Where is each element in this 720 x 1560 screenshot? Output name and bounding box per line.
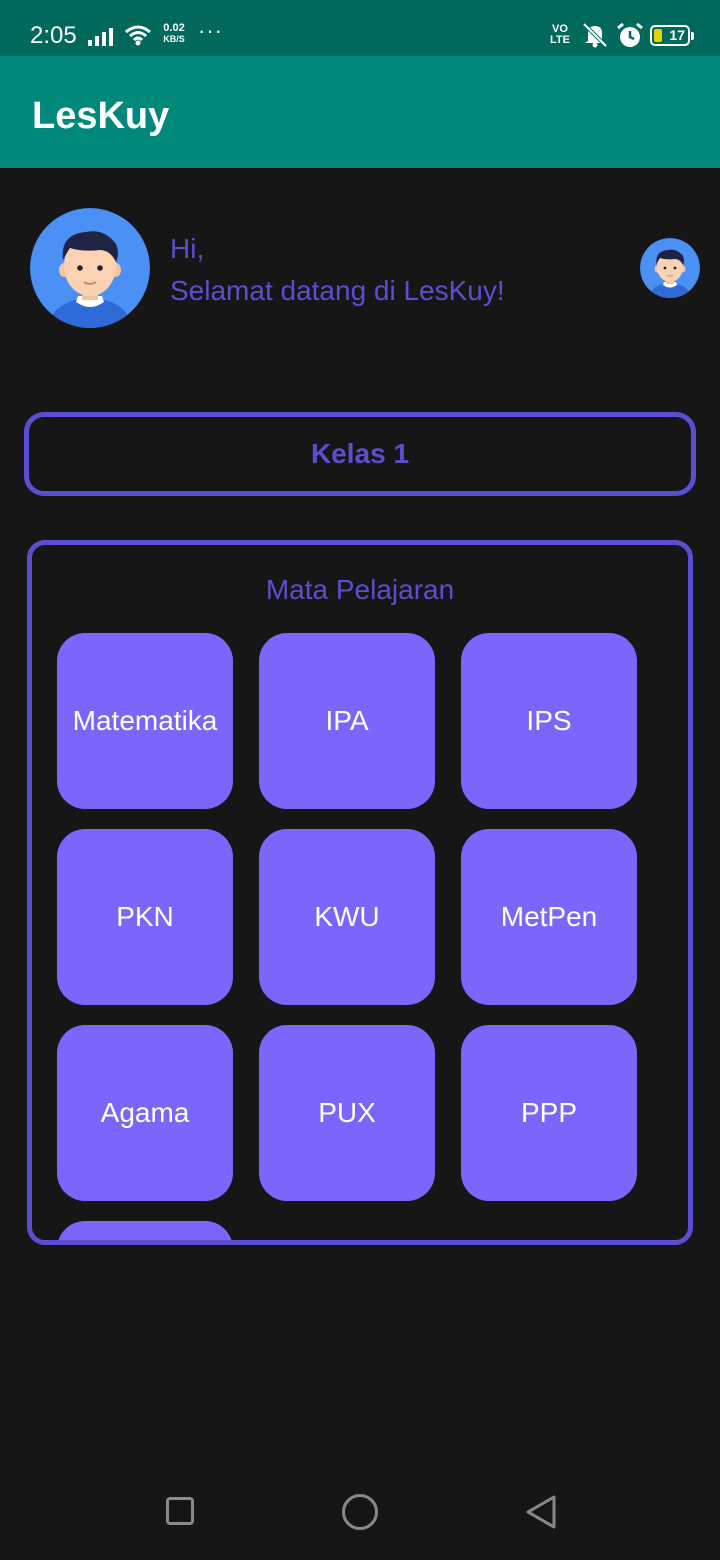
recent-apps-icon[interactable]: [166, 1497, 194, 1525]
subjects-card[interactable]: Mata Pelajaran Matematika IPA IPS PKN KW…: [27, 540, 693, 1245]
user-avatar-illustration: [30, 208, 150, 328]
subject-label: IPA: [325, 705, 369, 736]
status-overflow: ···: [198, 18, 223, 43]
app-bar: LesKuy: [0, 56, 720, 168]
subject-label: Agama: [100, 1097, 190, 1128]
signal-icon: [88, 28, 113, 46]
mute-icon: [582, 22, 608, 48]
class-selector-label: Kelas 1: [310, 438, 410, 469]
profile-avatar-illustration: [640, 238, 700, 298]
subject-label: PUX: [318, 1097, 376, 1128]
wifi-icon: [125, 25, 151, 46]
subject-label: PKN: [116, 901, 174, 932]
class-selector-button[interactable]: Kelas 1: [24, 412, 696, 496]
subject-tile-partial[interactable]: [57, 1221, 233, 1240]
subject-label: KWU: [314, 901, 380, 932]
battery-icon: 17: [650, 25, 694, 46]
subject-label: Matematika: [72, 705, 218, 736]
subject-tile-ppp[interactable]: PPP: [461, 1025, 637, 1201]
battery-tip: [691, 32, 694, 40]
subject-label: IPS: [526, 705, 572, 736]
status-time: 2:05: [30, 22, 77, 49]
network-speed-unit: KB/S: [163, 34, 185, 44]
system-nav-bar: [0, 1460, 720, 1560]
network-speed: 0.02 KB/S: [159, 23, 189, 45]
greeting-hi: Hi,: [170, 233, 205, 264]
subject-tile-ipa[interactable]: IPA: [259, 633, 435, 809]
subject-tile-metpen[interactable]: MetPen: [461, 829, 637, 1005]
subjects-title: Mata Pelajaran: [265, 574, 455, 605]
home-icon[interactable]: [342, 1494, 378, 1530]
subject-tile-kwu[interactable]: KWU: [259, 829, 435, 1005]
network-speed-value: 0.02: [163, 22, 185, 34]
battery-level: 17: [669, 27, 685, 43]
back-icon[interactable]: [524, 1494, 558, 1530]
subject-tile-agama[interactable]: Agama: [57, 1025, 233, 1201]
subject-tile-pkn[interactable]: PKN: [57, 829, 233, 1005]
subject-tile-ips[interactable]: IPS: [461, 633, 637, 809]
app-title: LesKuy: [32, 95, 170, 137]
subject-tile-matematika[interactable]: Matematika: [57, 633, 233, 809]
alarm-icon: [617, 22, 643, 47]
volte-indicator: VO LTE: [548, 24, 572, 46]
subject-label: MetPen: [500, 901, 598, 932]
profile-avatar-button[interactable]: [640, 238, 700, 298]
subject-tile-pux[interactable]: PUX: [259, 1025, 435, 1201]
subject-label: PPP: [520, 1097, 578, 1128]
greeting-welcome: Selamat datang di LesKuy!: [170, 275, 505, 306]
user-avatar: [30, 208, 150, 328]
volte-bottom: LTE: [550, 34, 570, 46]
status-bar: 2:05 0.02 KB/S ··· VO LTE 17: [0, 0, 720, 56]
